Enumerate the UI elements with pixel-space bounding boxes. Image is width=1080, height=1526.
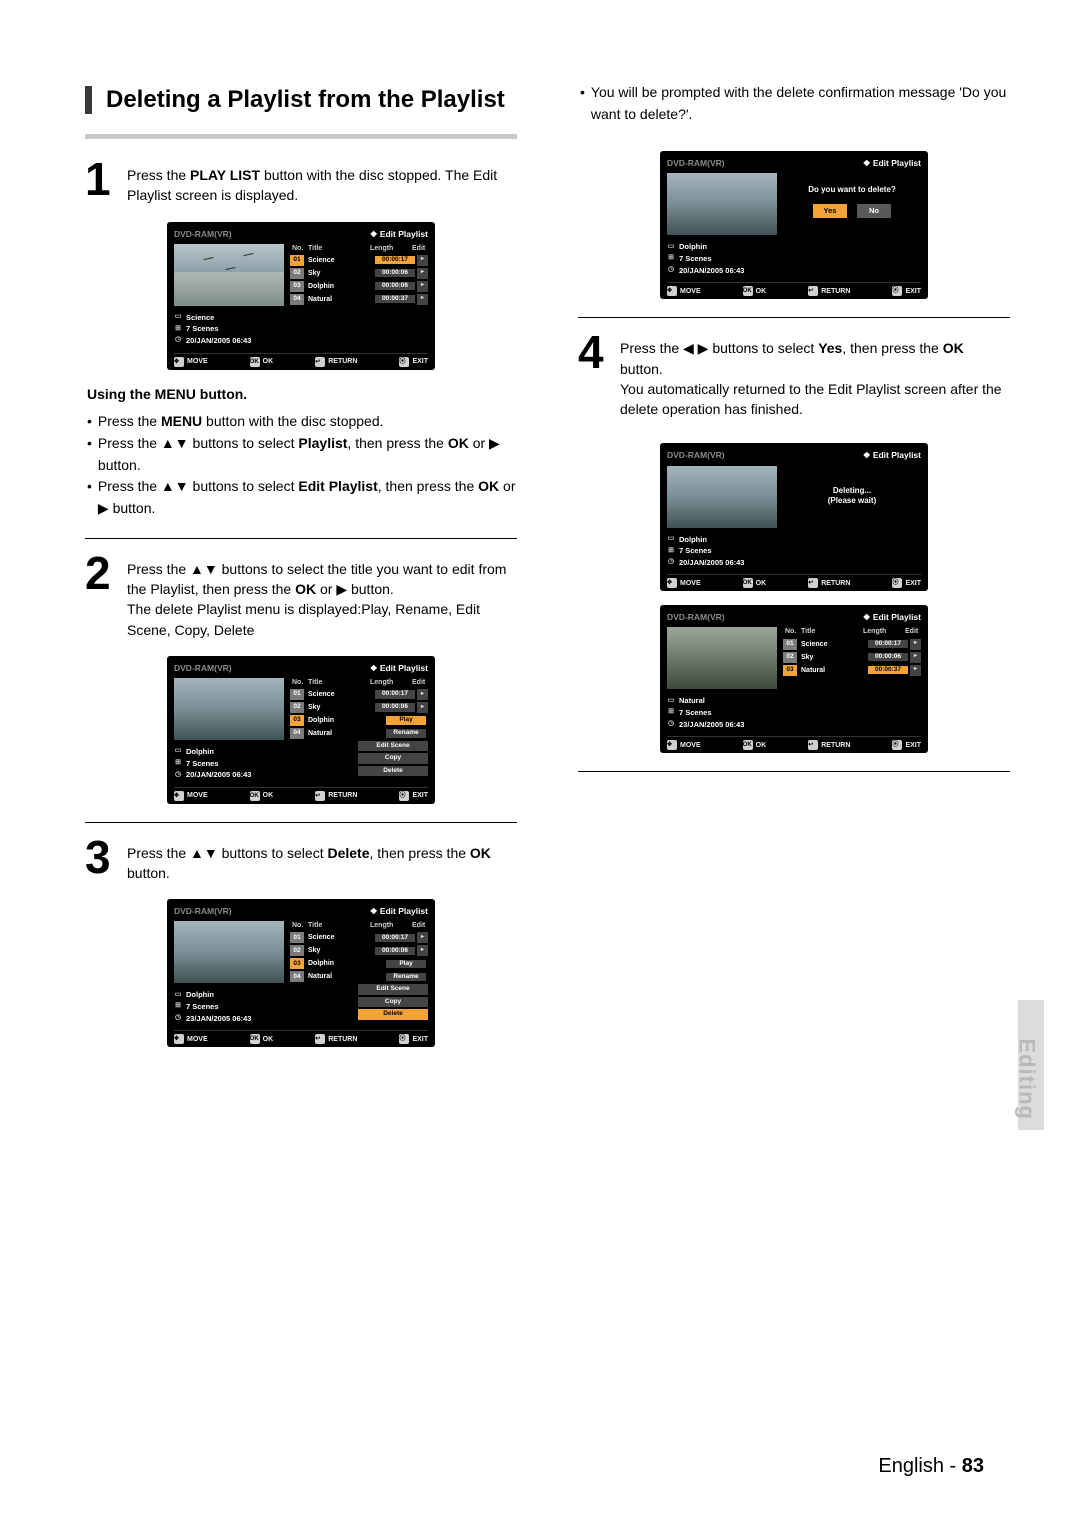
text: Press the <box>127 167 190 183</box>
step-number: 3 <box>85 839 117 876</box>
deleting-line-1: Deleting... <box>787 486 917 496</box>
confirm-question: Do you want to delete? <box>787 185 917 195</box>
thumbnail-image <box>174 244 284 306</box>
osd-screenshot-6: DVD-RAM(VR) ❖ Edit Playlist ▭Natural ⊞7 … <box>660 605 928 753</box>
thumbnail-image <box>174 678 284 740</box>
osd-screenshot-1: DVD-RAM(VR) ❖ Edit Playlist ▭Science ⊞7 … <box>167 222 435 370</box>
meta-date: 20/JAN/2005 06:43 <box>186 335 251 347</box>
using-menu-block: Using the MENU button. •Press the MENU b… <box>87 384 517 520</box>
thumbnail-image <box>667 627 777 689</box>
body-separator <box>85 822 517 823</box>
osd-disc-label: DVD-RAM(VR) <box>174 229 232 240</box>
yes-button[interactable]: Yes <box>813 204 847 218</box>
meta-title: Science <box>186 312 214 324</box>
no-button[interactable]: No <box>857 204 891 218</box>
osd-screenshot-3: DVD-RAM(VR) ❖ Edit Playlist ▭Dolphin ⊞7 … <box>167 899 435 1047</box>
subheading: Using the MENU button. <box>87 384 517 406</box>
section-side-label: Editing <box>1014 1038 1040 1120</box>
left-column: Deleting a Playlist from the Playlist 1 … <box>85 80 517 1055</box>
step-3: 3 Press the ▲▼ buttons to select Delete,… <box>85 839 517 884</box>
body-separator <box>578 317 1010 318</box>
meta-scenes: 7 Scenes <box>186 323 219 335</box>
step-4: 4 Press the ◀ ▶ buttons to select Yes, t… <box>578 334 1010 419</box>
step-number: 1 <box>85 161 117 198</box>
osd-screenshot-5: DVD-RAM(VR) ❖ Edit Playlist ▭Dolphin ⊞7 … <box>660 443 928 591</box>
thumbnail-image <box>174 921 284 983</box>
step-1: 1 Press the PLAY LIST button with the di… <box>85 161 517 206</box>
step-2: 2 Press the ▲▼ buttons to select the tit… <box>85 555 517 640</box>
section-title: Deleting a Playlist from the Playlist <box>85 86 517 114</box>
bold-text: PLAY LIST <box>190 167 260 183</box>
step-number: 2 <box>85 555 117 592</box>
osd-mode-label: Edit Playlist <box>380 229 428 239</box>
section-separator <box>85 134 517 139</box>
footer-page-number: 83 <box>962 1455 984 1477</box>
deleting-line-2: (Please wait) <box>787 496 917 506</box>
body-separator <box>578 771 1010 772</box>
footer-language: English - <box>878 1455 961 1477</box>
continue-text: You will be prompted with the delete con… <box>591 82 1010 125</box>
thumbnail-image <box>667 466 777 528</box>
thumbnail-image <box>667 173 777 235</box>
osd-screenshot-4: DVD-RAM(VR) ❖ Edit Playlist ▭Dolphin ⊞7 … <box>660 151 928 299</box>
osd-screenshot-2: DVD-RAM(VR) ❖ Edit Playlist ▭Dolphin ⊞7 … <box>167 656 435 804</box>
right-column: •You will be prompted with the delete co… <box>578 80 1010 1055</box>
step-number: 4 <box>578 334 610 371</box>
body-separator <box>85 538 517 539</box>
page-footer: English - 83 <box>878 1455 984 1478</box>
